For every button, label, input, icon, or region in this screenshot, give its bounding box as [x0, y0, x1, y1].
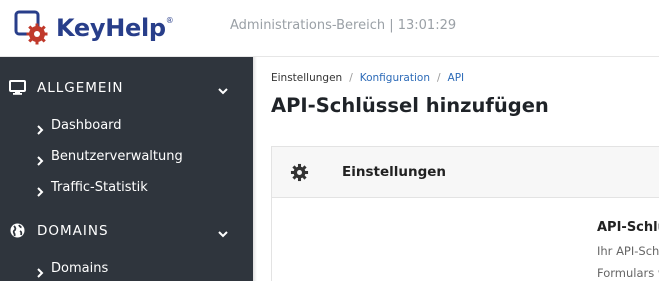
breadcrumb-item-konfiguration[interactable]: Konfiguration	[360, 72, 430, 84]
sidebar-shadow	[253, 57, 257, 281]
sidebar-item-domains[interactable]: Domains	[36, 257, 108, 279]
card-description-line: Formulars w	[597, 266, 659, 280]
gear-icon	[290, 163, 309, 182]
chevron-right-icon	[36, 182, 45, 197]
sidebar-item-dashboard[interactable]: Dashboard	[36, 114, 122, 136]
sidebar-item-label: Domains	[51, 260, 109, 276]
header-info: Administrations-Bereich | 13:01:29	[230, 18, 457, 33]
chevron-right-icon	[36, 120, 45, 135]
sidebar-item-traffic-statistik[interactable]: Traffic-Statistik	[36, 176, 148, 198]
logo-text: KeyHelp®	[56, 14, 174, 42]
card-title: Einstellungen	[342, 164, 447, 180]
sidebar: ALLGEMEIN Dashboard Benutzerverwaltung T…	[0, 57, 253, 281]
monitor-icon	[9, 79, 26, 96]
breadcrumb-item-api[interactable]: API	[448, 72, 465, 84]
card-description-line: Ihr API-Sch	[597, 244, 659, 258]
sidebar-item-label: Dashboard	[51, 117, 122, 133]
registered-mark: ®	[165, 16, 174, 25]
sidebar-item-benutzerverwaltung[interactable]: Benutzerverwaltung	[36, 145, 183, 167]
breadcrumb: Einstellungen / Konfiguration / API	[271, 72, 464, 84]
keyhelp-logo[interactable]: KeyHelp®	[14, 10, 174, 46]
chevron-down-icon	[217, 82, 229, 95]
sidebar-section-label: DOMAINS	[37, 223, 109, 239]
sidebar-item-label: Benutzerverwaltung	[51, 148, 183, 164]
card-header: Einstellungen	[272, 147, 659, 198]
sidebar-section-domains[interactable]: DOMAINS	[0, 211, 253, 251]
card-section-description: Ihr API-Sch Formulars w	[597, 240, 659, 281]
chevron-right-icon	[36, 151, 45, 166]
top-bar: KeyHelp® Administrations-Bereich | 13:01…	[0, 0, 659, 57]
sidebar-item-label: Traffic-Statistik	[51, 179, 148, 195]
breadcrumb-item-einstellungen[interactable]: Einstellungen	[271, 72, 342, 84]
chevron-right-icon	[36, 263, 45, 278]
sidebar-section-label: ALLGEMEIN	[37, 80, 124, 96]
sidebar-section-allgemein[interactable]: ALLGEMEIN	[0, 68, 253, 108]
chevron-down-icon	[217, 225, 229, 238]
page-title: API-Schlüssel hinzufügen	[271, 94, 549, 117]
keyhelp-logo-icon	[14, 10, 50, 46]
card-section-title: API-Schlü	[597, 220, 659, 235]
breadcrumb-separator: /	[349, 72, 353, 84]
breadcrumb-separator: /	[436, 72, 441, 84]
globe-icon	[9, 222, 26, 239]
